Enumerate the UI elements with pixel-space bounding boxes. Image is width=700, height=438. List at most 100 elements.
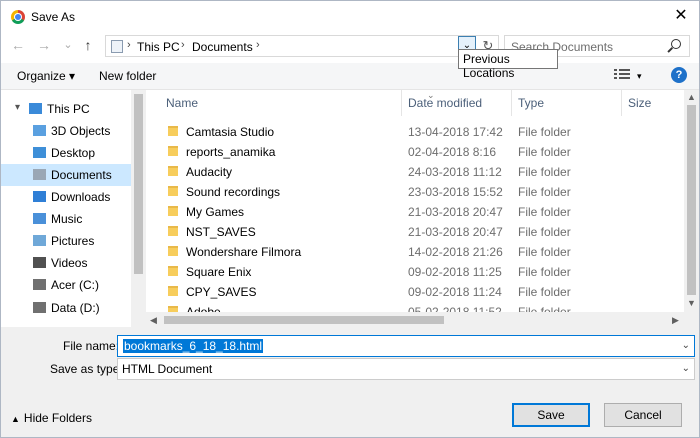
sidebar-item-label: Documents — [51, 168, 112, 182]
file-name: Camtasia Studio — [186, 125, 275, 139]
breadcrumb-documents[interactable]: Documents — [192, 40, 253, 54]
file-date: 24-03-2018 11:12 — [408, 165, 502, 179]
folder-icon — [168, 226, 178, 236]
file-date: 21-03-2018 20:47 — [408, 225, 503, 239]
view-dropdown-icon[interactable]: ▾ — [637, 71, 642, 82]
address-bar[interactable]: › This PC › Documents › ⌄ ↻ — [105, 35, 499, 57]
file-name: Audacity — [186, 165, 233, 179]
file-name-field[interactable]: bookmarks_6_18_18.html ⌄ — [117, 335, 695, 357]
sidebar-item[interactable]: Videos — [1, 252, 131, 274]
vertical-scroll-thumb[interactable] — [687, 105, 696, 295]
hide-folders-label: Hide Folders — [23, 411, 92, 425]
horizontal-scroll-thumb[interactable] — [164, 316, 444, 324]
file-type: File folder — [518, 225, 571, 239]
file-name-input[interactable]: bookmarks_6_18_18.html — [123, 339, 264, 353]
save-button[interactable]: Save — [512, 403, 590, 427]
scroll-left-icon[interactable]: ◀ — [150, 315, 157, 326]
recent-locations-button[interactable]: ⌄ — [59, 36, 77, 54]
sidebar-item[interactable]: Data (D:) — [1, 297, 131, 319]
file-name: NST_SAVES — [186, 225, 256, 239]
view-options-icon[interactable] — [614, 69, 630, 81]
up-button[interactable]: ↑ — [79, 36, 97, 54]
videos-folder-icon — [33, 257, 46, 268]
organize-menu[interactable]: Organize ▾ — [17, 69, 75, 83]
chevron-down-icon[interactable]: ⌄ — [682, 340, 690, 351]
sidebar-item[interactable]: 3D Objects — [1, 120, 131, 142]
close-button[interactable]: ✕ — [673, 7, 689, 25]
chevron-right-icon[interactable]: › — [256, 39, 260, 51]
file-date: 21-03-2018 20:47 — [408, 205, 503, 219]
music-folder-icon — [33, 213, 46, 224]
file-list-vertical-scrollbar[interactable]: ▲ ▼ — [684, 90, 699, 312]
expand-arrow-icon[interactable]: ▾ — [15, 102, 20, 113]
computer-icon — [29, 103, 42, 114]
pictures-folder-icon — [33, 235, 46, 246]
file-list-horizontal-scrollbar[interactable]: ◀ ▶ — [146, 312, 699, 328]
sidebar-item[interactable]: Acer (C:) — [1, 274, 131, 296]
scroll-up-icon[interactable]: ▲ — [687, 92, 696, 102]
file-date: 09-02-2018 11:24 — [408, 285, 502, 299]
sidebar-item-label: Desktop — [51, 146, 96, 160]
sidebar-item[interactable]: Documents — [1, 164, 131, 186]
file-row[interactable]: Adobe 05-02-2018 11:52 File folder — [146, 302, 681, 312]
file-row[interactable]: My Games 21-03-2018 20:47 File folder — [146, 202, 681, 222]
breadcrumb-this-pc[interactable]: This PC — [137, 40, 180, 54]
folder-icon — [168, 286, 178, 296]
file-date: 23-03-2018 15:52 — [408, 185, 503, 199]
hide-folders-toggle[interactable]: ▲ Hide Folders — [11, 411, 92, 425]
cube-folder-icon — [33, 125, 46, 136]
drive-icon — [33, 302, 46, 313]
chrome-icon — [11, 10, 25, 24]
save-as-dialog: Save As ✕ ← → ⌄ ↑ › This PC › Documents … — [0, 0, 700, 438]
scroll-right-icon[interactable]: ▶ — [672, 315, 679, 326]
sidebar-item[interactable]: Music — [1, 208, 131, 230]
sidebar-scrollbar[interactable] — [131, 90, 146, 328]
file-type: File folder — [518, 265, 571, 279]
file-type: File folder — [518, 205, 571, 219]
back-button[interactable]: ← — [9, 36, 27, 54]
title-bar: Save As ✕ — [1, 1, 699, 32]
sidebar-item[interactable]: Downloads — [1, 186, 131, 208]
chevron-right-icon[interactable]: › — [181, 39, 185, 51]
file-row[interactable]: reports_anamika 02-04-2018 8:16 File folde… — [146, 142, 681, 162]
file-row[interactable]: Audacity 24-03-2018 11:12 File folder — [146, 162, 681, 182]
help-icon[interactable]: ? — [671, 67, 687, 83]
file-row[interactable]: Square Enix 09-02-2018 11:25 File folder — [146, 262, 681, 282]
file-name: Sound recordings — [186, 185, 281, 199]
sidebar-item-label: Videos — [51, 256, 88, 270]
sidebar-item[interactable]: Desktop — [1, 142, 131, 164]
file-type: File folder — [518, 305, 571, 312]
file-row[interactable]: CPY_SAVES 09-02-2018 11:24 File folder — [146, 282, 681, 302]
drive-icon — [33, 279, 46, 290]
file-type: File folder — [518, 245, 571, 259]
sidebar-item-label: Acer (C:) — [51, 278, 99, 292]
chevron-up-icon: ▲ — [11, 414, 20, 424]
file-row[interactable]: NST_SAVES 21-03-2018 20:47 File folder — [146, 222, 681, 242]
search-icon[interactable] — [671, 39, 681, 49]
scroll-down-icon[interactable]: ▼ — [687, 298, 696, 308]
folder-icon — [168, 166, 178, 176]
folder-icon — [168, 266, 178, 276]
file-row[interactable]: Camtasia Studio 13-04-2018 17:42 File fold… — [146, 122, 681, 142]
chevron-down-icon[interactable]: ⌄ — [682, 363, 690, 374]
forward-button[interactable]: → — [35, 36, 53, 54]
new-folder-button[interactable]: New folder — [99, 69, 156, 83]
save-as-type-label: Save as type: — [50, 362, 123, 376]
browser-pane: ▾ This PC 3D Objects Desktop Documents Downlo… — [1, 89, 699, 328]
cancel-button[interactable]: Cancel — [604, 403, 682, 427]
sidebar-scroll-thumb[interactable] — [134, 94, 143, 274]
previous-locations-tooltip: Previous Locations — [458, 49, 558, 80]
file-date: 14-02-2018 21:26 — [408, 245, 503, 259]
save-as-type-value: HTML Document — [122, 362, 213, 376]
chevron-right-icon[interactable]: › — [127, 39, 131, 51]
save-as-type-select[interactable]: HTML Document ⌄ — [117, 358, 695, 380]
file-date: 09-02-2018 11:25 — [408, 265, 502, 279]
file-date: 05-02-2018 11:52 — [408, 305, 502, 312]
file-row[interactable]: Sound recordings 23-03-2018 15:52 File fol… — [146, 182, 681, 202]
file-type: File folder — [518, 125, 571, 139]
sidebar-item[interactable]: Pictures — [1, 230, 131, 252]
sidebar-item[interactable]: ▾ This PC — [1, 98, 131, 120]
file-row[interactable]: Wondershare Filmora 14-02-2018 21:26 File … — [146, 242, 681, 262]
navigation-bar: ← → ⌄ ↑ › This PC › Documents › ⌄ ↻ Sear… — [1, 32, 699, 60]
documents-location-icon — [111, 40, 123, 53]
